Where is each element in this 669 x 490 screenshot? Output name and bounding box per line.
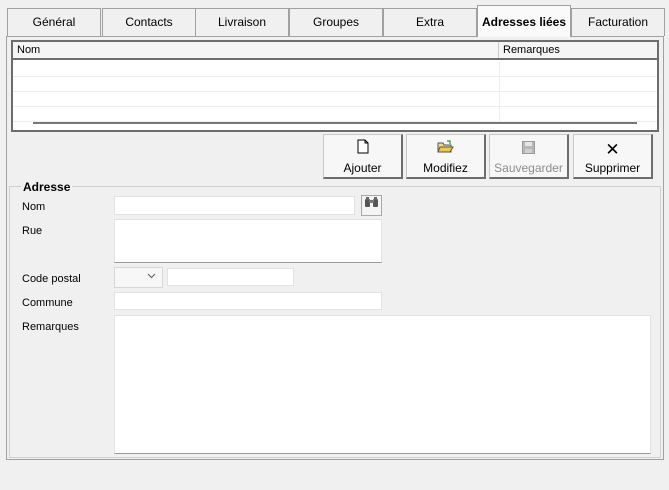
rue-field[interactable] xyxy=(114,219,382,263)
add-button[interactable]: Ajouter xyxy=(323,134,403,179)
save-button-label: Sauvegarder xyxy=(494,161,563,175)
search-button[interactable] xyxy=(361,195,382,216)
binoculars-icon xyxy=(364,197,379,211)
tab-facturation-label: Facturation xyxy=(587,15,649,29)
table-row[interactable] xyxy=(13,77,657,92)
tab-adresses-liees[interactable]: Adresses liées xyxy=(477,5,571,37)
x-icon: ✕ xyxy=(605,140,620,159)
tab-extra[interactable]: Extra xyxy=(383,8,477,36)
remarques-field[interactable] xyxy=(114,315,651,454)
tab-livraison[interactable]: Livraison xyxy=(195,8,289,36)
column-header-remarques[interactable]: Remarques xyxy=(499,42,659,58)
address-group-title: Adresse xyxy=(21,180,73,194)
grid-header: Nom Remarques xyxy=(13,42,657,60)
save-button[interactable]: Sauvegarder xyxy=(489,134,569,179)
code-postal-label: Code postal xyxy=(22,273,81,285)
code-postal-field[interactable] xyxy=(167,268,294,286)
tab-contacts[interactable]: Contacts xyxy=(102,8,196,36)
tab-facturation[interactable]: Facturation xyxy=(571,8,665,36)
table-row[interactable] xyxy=(13,107,657,122)
new-document-icon xyxy=(324,135,401,157)
tab-livraison-label: Livraison xyxy=(217,15,267,29)
floppy-disk-icon xyxy=(490,135,567,157)
rue-label: Rue xyxy=(22,225,43,237)
edit-button[interactable]: Modifiez xyxy=(406,134,486,179)
delete-button[interactable]: ✕ Supprimer xyxy=(573,134,653,179)
code-postal-select[interactable] xyxy=(114,267,163,288)
table-row[interactable] xyxy=(13,62,657,77)
tab-groupes[interactable]: Groupes xyxy=(289,8,383,36)
remarques-label: Remarques xyxy=(22,321,79,333)
commune-label: Commune xyxy=(22,297,73,309)
edit-button-label: Modifiez xyxy=(423,161,468,175)
commune-field[interactable] xyxy=(114,292,382,310)
column-header-nom[interactable]: Nom xyxy=(13,42,499,58)
add-button-label: Ajouter xyxy=(343,161,382,175)
delete-button-label: Supprimer xyxy=(584,161,641,175)
tab-contacts-label: Contacts xyxy=(125,15,173,29)
table-row[interactable] xyxy=(13,92,657,107)
tab-panel: Nom Remarques Ajouter Modifiez Sauvegard… xyxy=(6,36,664,460)
open-folder-icon xyxy=(407,135,484,157)
tab-adresses-liees-label: Adresses liées xyxy=(481,15,567,29)
chevron-down-icon xyxy=(147,271,156,282)
horizontal-scrollbar[interactable] xyxy=(33,122,637,124)
nom-label: Nom xyxy=(22,201,46,213)
linked-addresses-grid[interactable]: Nom Remarques xyxy=(11,40,659,132)
tab-general-label: Général xyxy=(32,15,76,29)
tab-extra-label: Extra xyxy=(415,15,444,29)
tab-general[interactable]: Général xyxy=(7,8,101,36)
tab-groupes-label: Groupes xyxy=(312,15,360,29)
nom-field[interactable] xyxy=(114,196,355,215)
tab-strip: Général Contacts Livraison Groupes Extra… xyxy=(0,0,669,37)
